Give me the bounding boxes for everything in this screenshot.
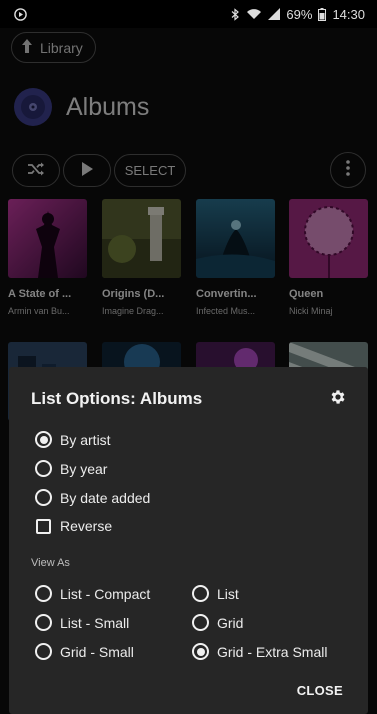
settings-gear-icon[interactable]: [329, 388, 347, 406]
radio[interactable]: [35, 585, 52, 602]
option-label: List - Compact: [60, 585, 151, 602]
bluetooth-icon: [231, 7, 240, 21]
clock: 14:30: [332, 6, 365, 22]
view-grid-extra-small-option[interactable]: Grid - Extra Small: [192, 643, 327, 660]
radio[interactable]: [192, 585, 209, 602]
dialog-title: List Options: Albums: [31, 389, 203, 408]
radio-selected[interactable]: [192, 643, 209, 660]
status-bar: 69% 14:30: [0, 0, 377, 28]
view-grid-option[interactable]: Grid: [192, 614, 243, 631]
radio[interactable]: [35, 614, 52, 631]
reverse-checkbox[interactable]: [36, 518, 51, 534]
battery-percent: 69%: [286, 6, 313, 22]
option-label: Reverse: [60, 518, 113, 534]
sort-by-year-option[interactable]: By year: [35, 460, 107, 477]
sort-by-artist-option[interactable]: By artist: [35, 431, 111, 448]
option-label: Grid: [217, 614, 244, 631]
option-label: Grid - Small: [60, 643, 134, 660]
radio[interactable]: [192, 614, 209, 631]
reverse-option[interactable]: Reverse: [35, 518, 112, 534]
option-label: By date added: [60, 489, 151, 506]
option-label: By year: [60, 460, 108, 477]
play-notification-icon: [14, 7, 27, 21]
close-button[interactable]: CLOSE: [297, 683, 343, 698]
option-label: By artist: [60, 431, 111, 448]
view-list-compact-option[interactable]: List - Compact: [35, 585, 150, 602]
radio[interactable]: [35, 643, 52, 660]
view-grid-small-option[interactable]: Grid - Small: [35, 643, 134, 660]
wifi-icon: [246, 8, 262, 20]
option-label: List: [217, 585, 239, 602]
list-options-dialog: List Options: Albums By artist By year B…: [9, 367, 368, 714]
radio[interactable]: [35, 460, 52, 477]
option-label: Grid - Extra Small: [217, 643, 328, 660]
view-list-small-option[interactable]: List - Small: [35, 614, 129, 631]
radio-selected[interactable]: [35, 431, 52, 448]
battery-icon: [318, 7, 327, 21]
radio[interactable]: [35, 489, 52, 506]
view-as-label: View As: [31, 557, 70, 569]
view-list-option[interactable]: List: [192, 585, 239, 602]
signal-icon: [268, 8, 281, 20]
sort-by-date-added-option[interactable]: By date added: [35, 489, 150, 506]
option-label: List - Small: [60, 614, 130, 631]
